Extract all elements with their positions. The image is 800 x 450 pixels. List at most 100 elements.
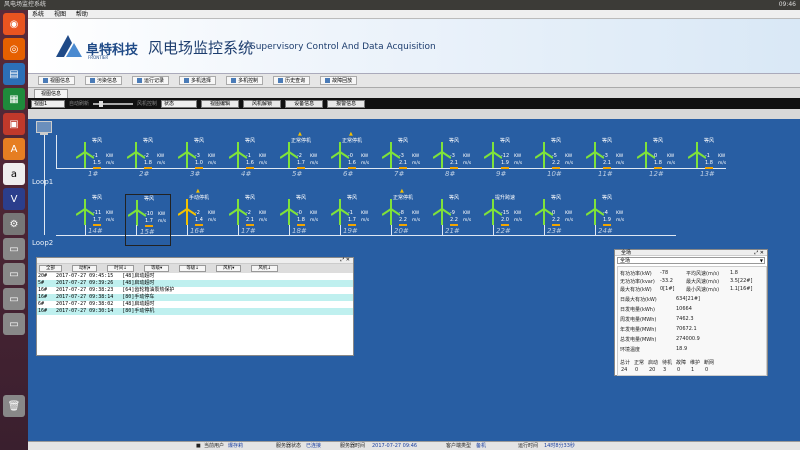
turbine-5[interactable]: ▲ 正常停机 -2 1.7 KW m/s 5# bbox=[278, 131, 324, 189]
alarm-row[interactable]: 16# 2017-07-27 09:38:14 [80]手动停车 bbox=[37, 294, 353, 301]
turbine-6[interactable]: ▲ 正常停机 -0 1.6 KW m/s 6# bbox=[329, 131, 375, 189]
power-bar bbox=[654, 167, 662, 169]
wind-unit: m/s bbox=[616, 161, 625, 166]
alarm-row[interactable]: 5# 2017-07-27 09:39:26 [48]启动超时 bbox=[37, 280, 353, 287]
slider-handle[interactable] bbox=[99, 100, 104, 107]
turbine-17[interactable]: 等风 -2 2.1 KW m/s 17# bbox=[227, 194, 273, 246]
turbine-8[interactable]: 等风 -3 2.1 KW m/s 8# bbox=[431, 137, 477, 189]
device-info-button[interactable]: 设备信息 bbox=[285, 99, 324, 108]
refresh-slider[interactable] bbox=[93, 100, 134, 107]
turbine-connector bbox=[238, 225, 239, 235]
drive3-icon[interactable]: ▭ bbox=[3, 288, 25, 310]
alarm-filter-button[interactable]: 时间↓ bbox=[107, 265, 135, 272]
summary-scope-select[interactable]: 全场 ▼ bbox=[617, 257, 765, 264]
alarm-filter-button[interactable]: 等级▾ bbox=[144, 265, 170, 272]
writer-icon[interactable]: ▤ bbox=[3, 63, 25, 85]
slider-label: 风机控制 bbox=[137, 101, 158, 107]
alarm-row[interactable]: 6# 2017-07-27 09:38:02 [48]启动超时 bbox=[37, 301, 353, 308]
turbine-24[interactable]: 等风 -4 1.9 KW m/s 24# bbox=[584, 194, 630, 246]
trash-icon[interactable]: 🗑 bbox=[3, 395, 25, 417]
alarm-filter-button[interactable]: 等级↓ bbox=[179, 265, 207, 272]
turbine-unlock-button[interactable]: 风机解锁 bbox=[243, 99, 282, 108]
turbine-21[interactable]: 等风 -9 2.2 KW m/s 21# bbox=[431, 194, 477, 246]
view-select[interactable]: 视图1 bbox=[31, 99, 65, 108]
alarm-filter-button[interactable]: 全部 bbox=[39, 265, 62, 272]
turbine-wind: 1.7 bbox=[348, 217, 356, 223]
turbine-14[interactable]: 等风 -11 1.7 KW m/s 14# bbox=[74, 194, 120, 246]
power-bar bbox=[603, 167, 611, 169]
menu-system[interactable]: 系统 bbox=[32, 11, 44, 18]
turbine-2[interactable]: 等风 -2 1.8 KW m/s 2# bbox=[125, 137, 171, 189]
user-icon: ■ bbox=[196, 443, 201, 449]
turbine-7[interactable]: 等风 -3 2.1 KW m/s 7# bbox=[380, 137, 426, 189]
settings-icon[interactable]: ⚙ bbox=[3, 213, 25, 235]
alarm-filter-button[interactable]: 风机▾ bbox=[216, 265, 242, 272]
scada-app-icon[interactable]: V bbox=[3, 188, 25, 210]
turbine-values: -9 2.2 bbox=[450, 210, 458, 224]
turbine-20[interactable]: ▲ 正常停机 -8 2.2 KW m/s 20# bbox=[380, 188, 426, 246]
close-icon[interactable]: ⤢ ✕ bbox=[340, 257, 350, 263]
auto-refresh-checkbox[interactable]: 自动刷新 bbox=[69, 100, 89, 107]
turbine-16[interactable]: ▲ 手动停机 -2 1.4 KW m/s 16# bbox=[176, 188, 222, 246]
multi-control-button[interactable]: 多机控制 bbox=[226, 76, 264, 85]
turbine-wind: 1.7 bbox=[145, 218, 153, 224]
history-query-button[interactable]: 历史查询 bbox=[273, 76, 311, 85]
turbine-map: Loop1 Loop2 等风 -1 1.5 KW m/s 1# 等风 -2 1.8 KW m/s 2#… bbox=[28, 119, 800, 441]
drive2-icon[interactable]: ▭ bbox=[3, 263, 25, 285]
turbine-3[interactable]: 等风 -3 1.0 KW m/s 3# bbox=[176, 137, 222, 189]
multi-select-button[interactable]: 多机选择 bbox=[179, 76, 217, 85]
turbine-9[interactable]: 等风 -12 1.9 KW m/s 9# bbox=[482, 137, 528, 189]
view-edit-button[interactable]: 视图编辑 bbox=[201, 99, 240, 108]
alarm-filter-button[interactable]: 动机▾ bbox=[72, 265, 98, 272]
view-info-button[interactable]: 视图信息 bbox=[38, 76, 76, 85]
client-type-value: 备机 bbox=[476, 443, 487, 449]
drive4-icon[interactable]: ▭ bbox=[3, 313, 25, 335]
power-unit: KW bbox=[310, 154, 318, 159]
fault-replay-button[interactable]: 故障回放 bbox=[320, 76, 358, 85]
turbine-13[interactable]: 等风 -1 1.8 KW m/s 13# bbox=[686, 137, 732, 189]
turbine-wind: 1.8 bbox=[144, 160, 152, 166]
power-unit: KW bbox=[463, 154, 471, 159]
turbine-10[interactable]: 等风 -5 2.2 KW m/s 10# bbox=[533, 137, 579, 189]
turbine-4[interactable]: 等风 -1 1.6 KW m/s 4# bbox=[227, 137, 273, 189]
turbine-values: -2 1.7 bbox=[297, 153, 305, 167]
alarm-row[interactable]: 16# 2017-07-27 09:38:23 [64]齿轮箱油泵热保护 bbox=[37, 287, 353, 294]
turbine-values: -2 2.1 bbox=[246, 210, 254, 224]
turbine-values: -3 1.0 bbox=[195, 153, 203, 167]
alarm-row[interactable]: 16# 2017-07-27 09:30:14 [80]手动停机 bbox=[37, 308, 353, 315]
turbine-11[interactable]: 等风 -3 2.1 KW m/s 11# bbox=[584, 137, 630, 189]
turbine-id: 16# bbox=[190, 227, 205, 235]
state-select[interactable]: 状态 bbox=[161, 99, 198, 108]
turbine-values: -1 1.6 bbox=[246, 153, 254, 167]
turbine-12[interactable]: 等风 0 1.8 KW m/s 12# bbox=[635, 137, 681, 189]
turbine-1[interactable]: 等风 -1 1.5 KW m/s 1# bbox=[74, 137, 120, 189]
turbine-19[interactable]: 等风 -1 1.7 KW m/s 19# bbox=[329, 194, 375, 246]
turbine-units: KW m/s bbox=[259, 153, 267, 167]
run-log-button[interactable]: 运行记录 bbox=[132, 76, 170, 85]
tab-view-info[interactable]: 视图信息 bbox=[34, 89, 69, 98]
amazon-icon[interactable]: a bbox=[3, 163, 25, 185]
power-bar bbox=[93, 224, 101, 226]
wind-unit: m/s bbox=[208, 161, 217, 166]
turbine-wind: 1.6 bbox=[246, 160, 254, 166]
summary-close-icon[interactable]: ⤢ ✕ bbox=[754, 250, 764, 256]
home-icon[interactable]: ◉ bbox=[3, 13, 25, 35]
turbine-wind: 1.4 bbox=[195, 217, 203, 223]
alarm-row[interactable]: 20# 2017-07-27 09:45:15 [48]启动超时 bbox=[37, 273, 353, 280]
turbine-22[interactable]: 提升跨速 -15 2.0 KW m/s 22# bbox=[482, 194, 528, 246]
turbine-15[interactable]: 等风 -10 1.7 KW m/s 15# bbox=[125, 194, 171, 246]
turbine-18[interactable]: 等风 -0 1.8 KW m/s 18# bbox=[278, 194, 324, 246]
menubar: 系统 视图 帮助 bbox=[28, 10, 800, 19]
pollution-info-button[interactable]: 污染信息 bbox=[85, 76, 123, 85]
software-center-icon[interactable]: A bbox=[3, 138, 25, 160]
menu-view[interactable]: 视图 bbox=[54, 11, 66, 18]
firefox-icon[interactable]: ◎ bbox=[3, 38, 25, 60]
calc-icon[interactable]: ▦ bbox=[3, 88, 25, 110]
alarm-info-button[interactable]: 报警信息 bbox=[327, 99, 366, 108]
impress-icon[interactable]: ▣ bbox=[3, 113, 25, 135]
power-bar bbox=[399, 167, 407, 169]
turbine-23[interactable]: 等风 0 2.2 KW m/s 23# bbox=[533, 194, 579, 246]
drive-icon[interactable]: ▭ bbox=[3, 238, 25, 260]
alarm-filter-button[interactable]: 风机↓ bbox=[251, 265, 279, 272]
menu-help[interactable]: 帮助 bbox=[76, 11, 88, 18]
